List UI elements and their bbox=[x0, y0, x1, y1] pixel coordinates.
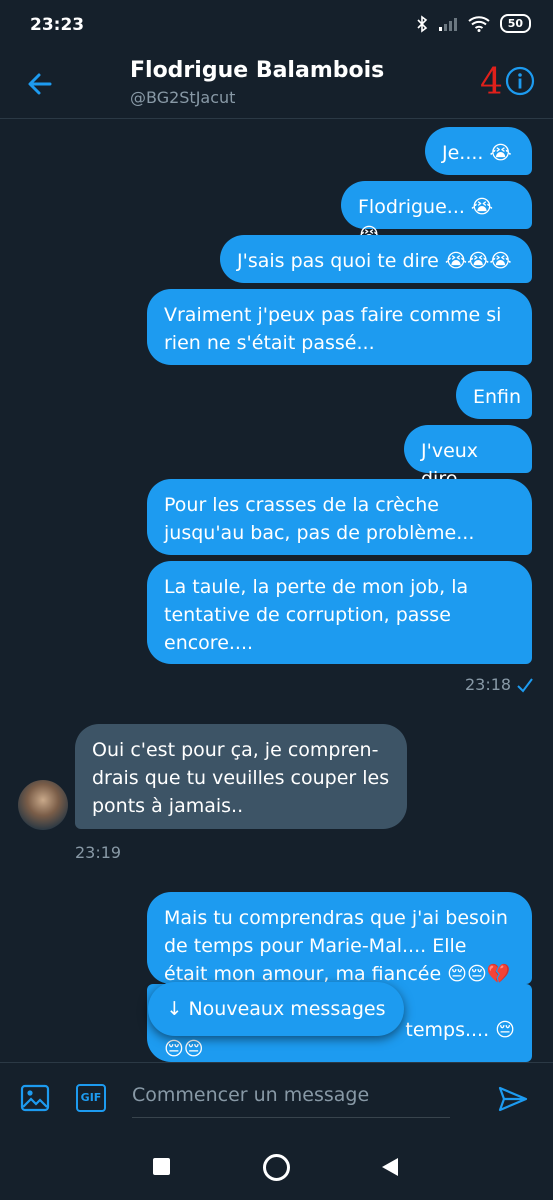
battery-indicator: 50 bbox=[499, 14, 531, 33]
contact-avatar[interactable] bbox=[18, 780, 68, 830]
sent-message[interactable]: Pour les crasses de la crèche jusqu'au b… bbox=[147, 479, 532, 555]
sent-message[interactable]: J'sais pas quoi te dire 😭😭😭 bbox=[220, 235, 532, 283]
sent-message[interactable]: J'veux dire bbox=[404, 425, 532, 490]
signal-icon bbox=[438, 17, 457, 31]
new-messages-button[interactable]: ↓ Nouveaux messages bbox=[148, 982, 404, 1036]
overlay-number: 4 bbox=[480, 62, 503, 103]
status-time: 23:23 bbox=[30, 15, 85, 35]
info-icon[interactable] bbox=[505, 66, 535, 96]
message-composer: GIF Commencer un message bbox=[0, 1062, 553, 1133]
sent-message[interactable]: Je.... 😭 bbox=[425, 127, 532, 175]
home-button-icon[interactable] bbox=[263, 1154, 290, 1181]
received-timestamp: 23:19 bbox=[75, 843, 122, 862]
system-navigation-bar bbox=[0, 1133, 553, 1200]
sent-message[interactable]: Vraiment j'peux pas faire comme si rien … bbox=[147, 289, 532, 365]
bluetooth-icon bbox=[417, 14, 427, 33]
recents-button-icon[interactable] bbox=[153, 1158, 170, 1175]
wifi-icon bbox=[468, 15, 490, 32]
received-message[interactable]: Oui c'est pour ça, je compren- drais que… bbox=[75, 724, 407, 829]
sent-message[interactable]: Mais tu comprendras que j'ai besoin de t… bbox=[147, 892, 532, 984]
read-check-icon bbox=[517, 678, 533, 693]
status-bar: 23:23 50 bbox=[0, 0, 553, 52]
gif-button[interactable]: GIF bbox=[76, 1084, 106, 1112]
status-icons: 50 bbox=[416, 14, 531, 33]
send-icon[interactable] bbox=[498, 1085, 528, 1113]
sent-message[interactable]: Enfin bbox=[456, 371, 532, 419]
contact-handle: @BG2StJacut bbox=[130, 88, 236, 107]
contact-name: Flodrigue Balambois bbox=[130, 58, 385, 83]
sent-message[interactable]: Flodrigue... 😭😭 bbox=[341, 181, 532, 246]
back-arrow-icon[interactable] bbox=[24, 68, 56, 100]
conversation-header: Flodrigue Balambois @BG2StJacut 4 bbox=[0, 52, 553, 119]
image-icon[interactable] bbox=[20, 1083, 50, 1113]
sent-timestamp: 23:18 bbox=[465, 675, 512, 694]
message-input[interactable]: Commencer un message bbox=[132, 1073, 450, 1118]
sent-message[interactable]: La taule, la perte de mon job, la tentat… bbox=[147, 561, 532, 664]
back-button-icon[interactable] bbox=[381, 1157, 399, 1177]
sent-message-fragment: 😔😔 bbox=[164, 1038, 204, 1060]
